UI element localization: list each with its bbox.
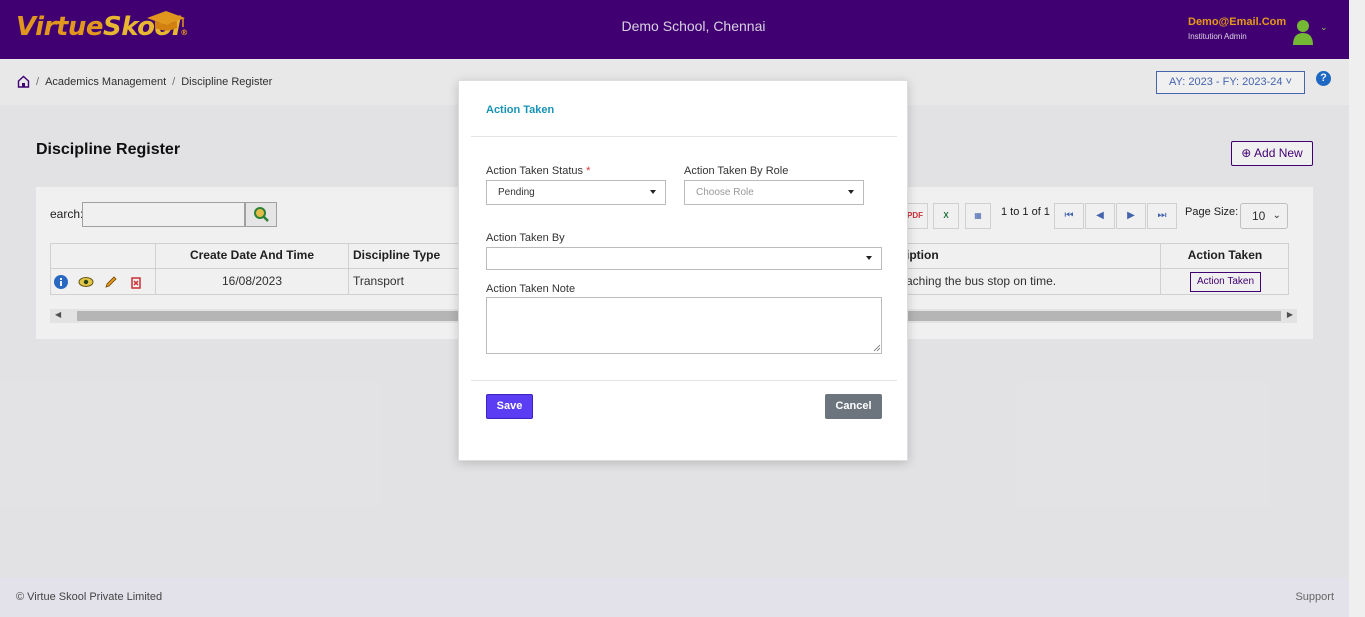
caret-down-icon xyxy=(866,256,872,260)
caret-down-icon xyxy=(848,190,854,194)
resize-grip-icon[interactable] xyxy=(873,344,881,352)
taken-by-select[interactable] xyxy=(486,247,882,270)
modal-footer-divider xyxy=(471,380,897,381)
modal-title: Action Taken xyxy=(486,104,555,116)
status-label: Action Taken Status * xyxy=(486,165,591,177)
cancel-button[interactable]: Cancel xyxy=(825,394,882,419)
support-link[interactable]: Support xyxy=(1295,591,1334,603)
action-taken-modal: Action Taken Action Taken Status * Pendi… xyxy=(458,80,908,461)
status-select[interactable]: Pending xyxy=(486,180,666,205)
taken-by-label: Action Taken By xyxy=(486,232,565,244)
caret-down-icon xyxy=(650,190,656,194)
role-select[interactable]: Choose Role xyxy=(684,180,864,205)
role-label: Action Taken By Role xyxy=(684,165,789,177)
footer: © Virtue Skool Private Limited Support xyxy=(0,578,1349,617)
note-label: Action Taken Note xyxy=(486,283,576,295)
vertical-scrollbar[interactable] xyxy=(1349,0,1365,617)
modal-header-divider xyxy=(471,136,897,137)
footer-copyright: © Virtue Skool Private Limited xyxy=(16,591,163,603)
required-marker: * xyxy=(586,165,591,177)
save-button[interactable]: Save xyxy=(486,394,533,419)
note-textarea[interactable] xyxy=(486,297,882,354)
